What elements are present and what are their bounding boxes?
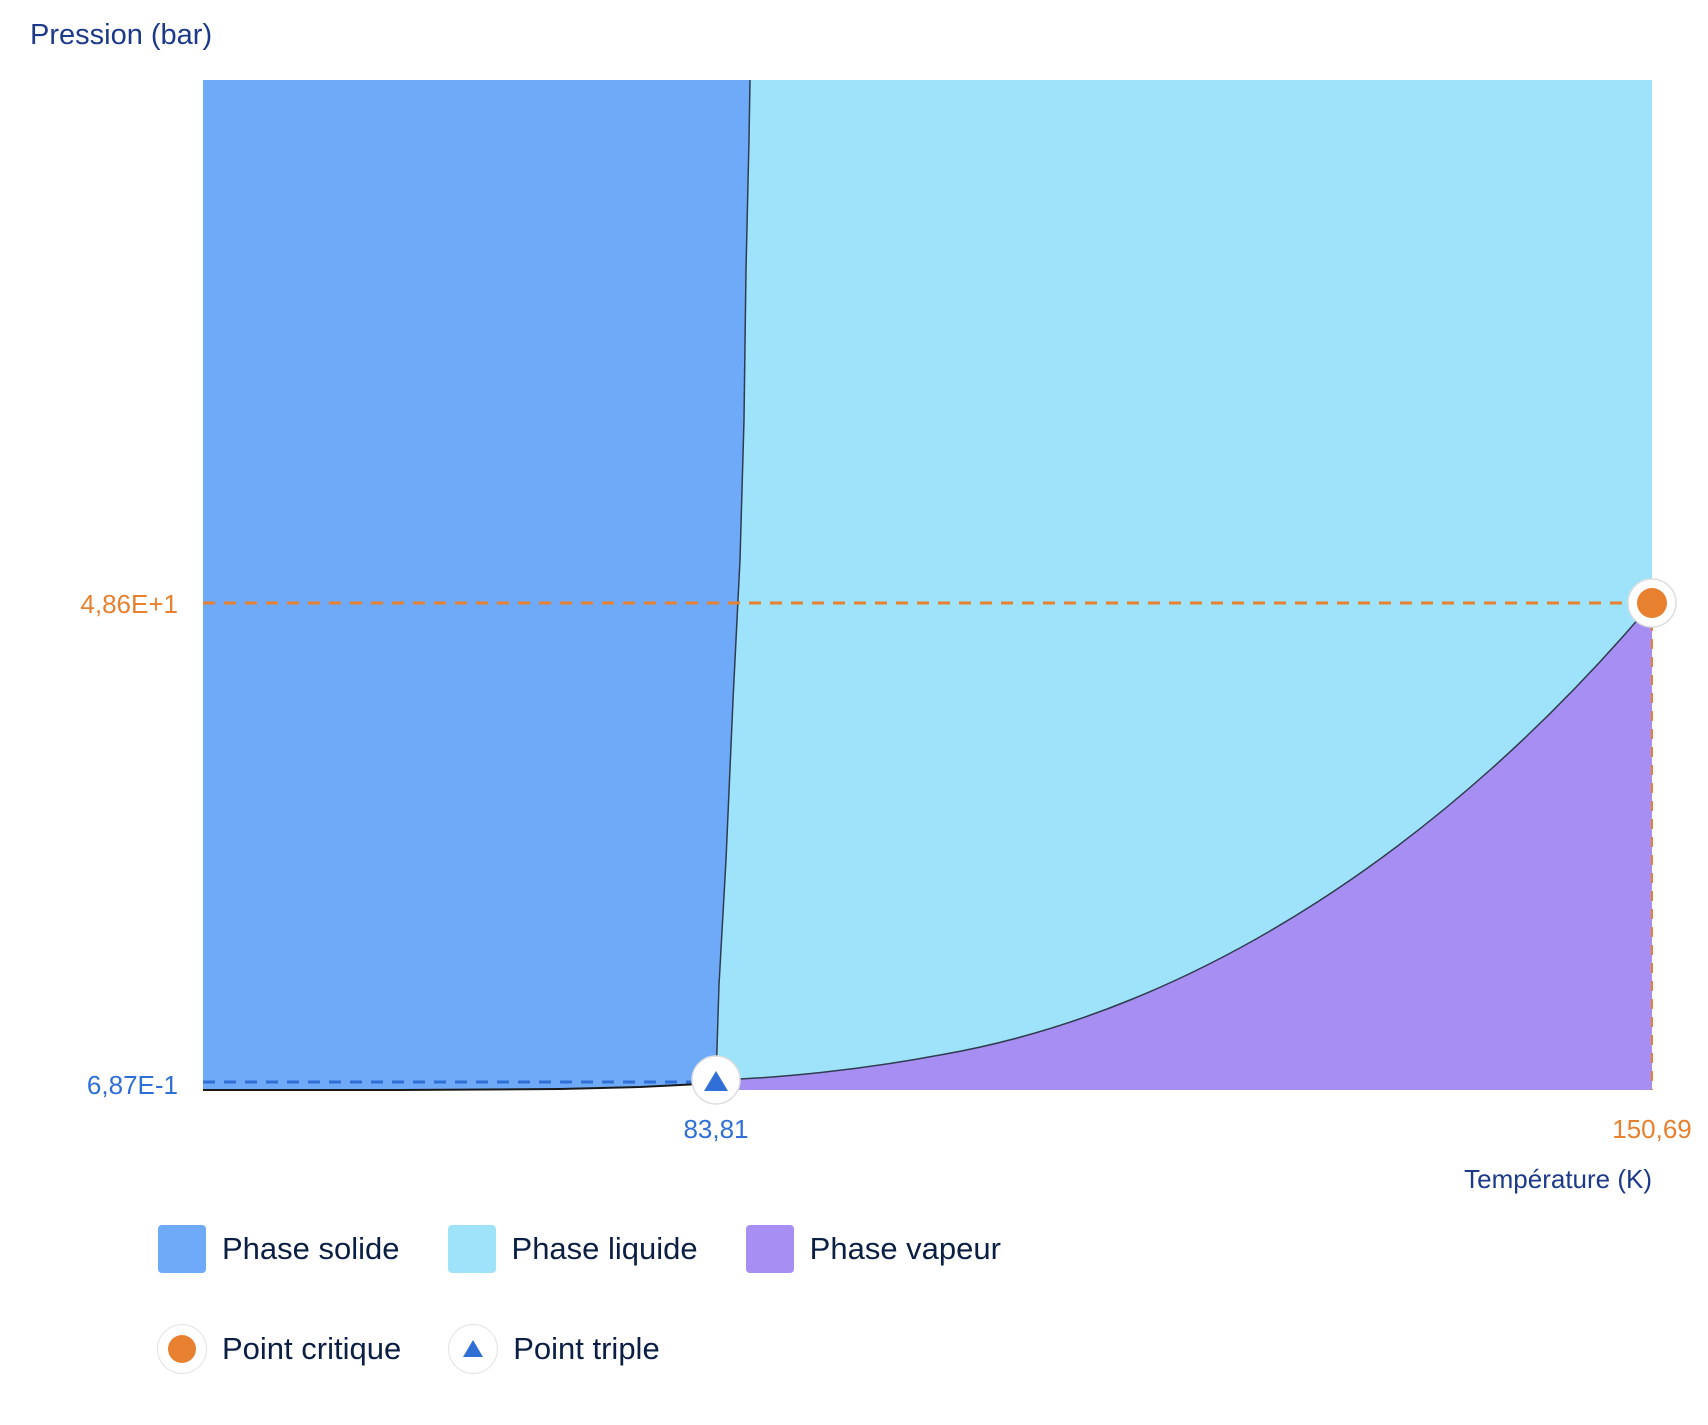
legend-item-critical[interactable]: Point critique (158, 1325, 401, 1373)
solid-phase-region (203, 80, 750, 1090)
legend-item-liquid[interactable]: Phase liquide (447, 1225, 698, 1273)
legend-item-vapor[interactable]: Phase vapeur (745, 1225, 1001, 1273)
legend-label-liquid: Phase liquide (511, 1231, 698, 1266)
legend: Phase solide Phase liquide Phase vapeur … (158, 1225, 1358, 1425)
x-tick-triple: 83,81 (683, 1114, 748, 1144)
y-tick-critical: 4,86E+1 (80, 589, 178, 619)
phase-diagram: Pression (bar) Température (K) 4,86E+1 6… (30, 19, 1692, 1194)
critical-point-marker[interactable] (1627, 578, 1677, 628)
triple-point-marker[interactable] (691, 1055, 741, 1105)
legend-item-solid[interactable]: Phase solide (158, 1225, 400, 1273)
y-tick-triple: 6,87E-1 (87, 1070, 178, 1100)
y-axis-title: Pression (bar) (30, 19, 212, 51)
legend-label-critical: Point critique (222, 1331, 402, 1366)
legend-item-triple[interactable]: Point triple (449, 1325, 660, 1373)
legend-label-vapor: Phase vapeur (809, 1231, 1001, 1266)
legend-label-triple: Point triple (513, 1331, 660, 1366)
critical-point-icon (158, 1325, 206, 1373)
x-axis-title: Température (K) (1464, 1164, 1652, 1194)
legend-label-solid: Phase solide (222, 1231, 400, 1266)
liquid-phase-swatch (447, 1225, 496, 1273)
vapor-phase-swatch (745, 1225, 794, 1273)
solid-phase-swatch (158, 1225, 206, 1273)
legend-phases-row: Phase solide Phase liquide Phase vapeur (158, 1225, 1358, 1273)
x-tick-critical: 150,69 (1612, 1114, 1692, 1144)
legend-points-row: Point critique Point triple (158, 1325, 1358, 1373)
triple-point-icon (449, 1325, 498, 1373)
